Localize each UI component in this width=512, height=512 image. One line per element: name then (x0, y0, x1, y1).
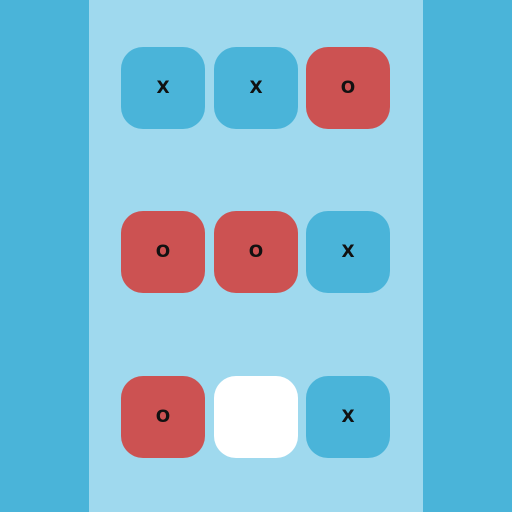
cell-r3-c1[interactable]: O (121, 376, 205, 458)
cell-r2-c3[interactable]: X (306, 211, 390, 293)
cell-r2-c2[interactable]: O (214, 211, 298, 293)
cell-r2-c1[interactable]: O (121, 211, 205, 293)
cell-r3-c3[interactable]: X (306, 376, 390, 458)
cell-r1-c3[interactable]: O (306, 47, 390, 129)
cell-r1-c1[interactable]: X (121, 47, 205, 129)
cell-r1-c2[interactable]: X (214, 47, 298, 129)
cell-r3-c2[interactable] (214, 376, 298, 458)
